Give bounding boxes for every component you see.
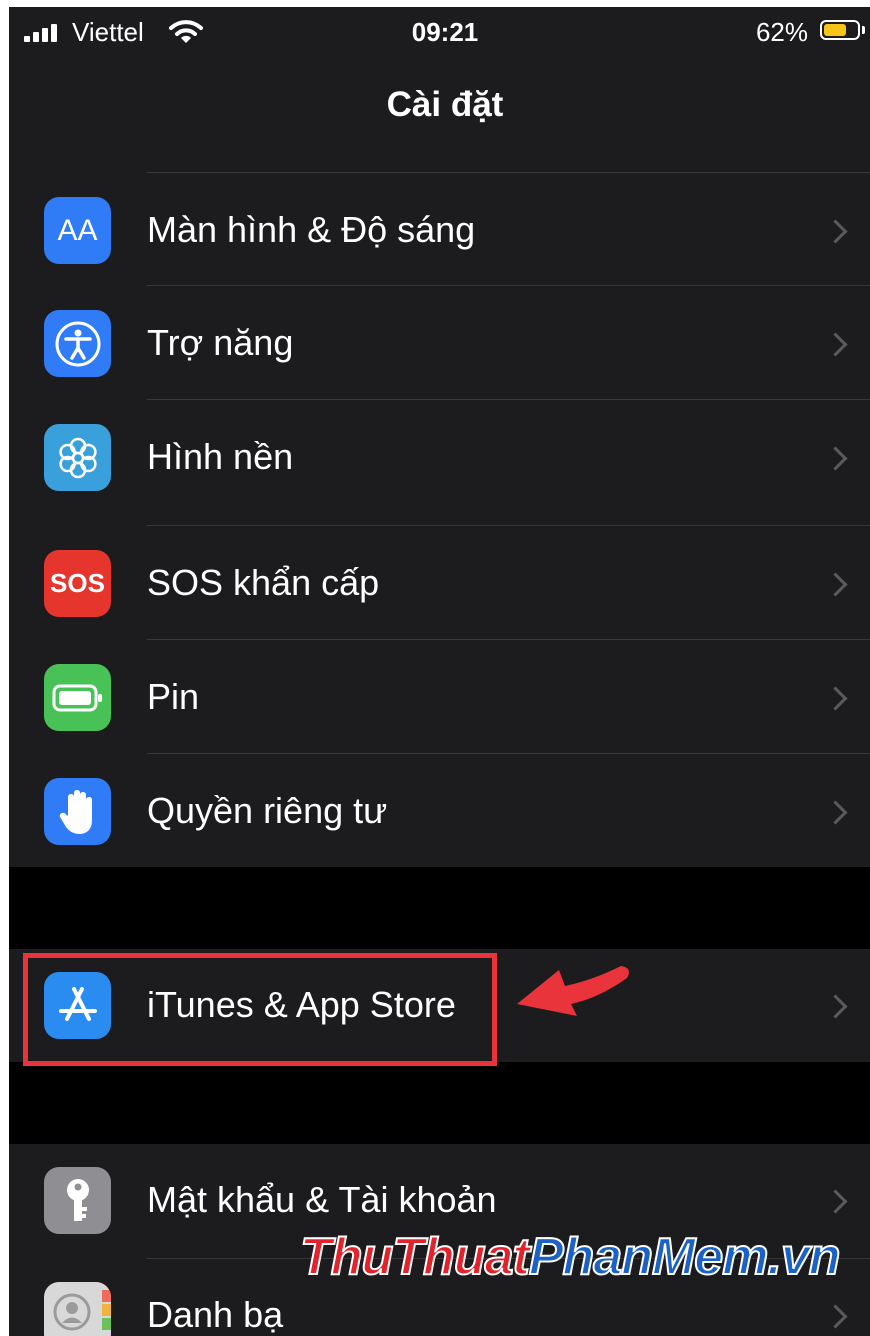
- row-display-brightness[interactable]: AA Màn hình & Độ sáng: [9, 197, 870, 297]
- wallpaper-icon: [44, 424, 111, 491]
- display-brightness-icon: AA: [44, 197, 111, 264]
- chevron-right-icon: [823, 572, 848, 597]
- pointer-arrow-icon: [517, 966, 629, 1016]
- row-label: SOS khẩn cấp: [147, 562, 380, 603]
- chevron-right-icon: [823, 1189, 848, 1214]
- page-title: Cài đặt: [386, 85, 504, 124]
- contacts-icon: [44, 1282, 111, 1336]
- row-label: Trợ năng: [147, 322, 294, 363]
- row-privacy[interactable]: Quyền riêng tư: [9, 778, 870, 878]
- battery-percentage: 62%: [755, 17, 808, 47]
- chevron-right-icon: [823, 686, 848, 711]
- navigation-header: Viettel 09:21 62% Cài đặt: [9, 7, 870, 157]
- row-label: Danh bạ: [147, 1294, 284, 1335]
- settings-group-display: AA Màn hình & Độ sáng Trợ năng Hình nền …: [9, 157, 870, 867]
- chevron-right-icon: [823, 332, 848, 357]
- watermark: ThuThuatPhanMem.vn: [299, 1227, 842, 1287]
- highlight-box: [23, 953, 497, 1066]
- settings-screen: Viettel 09:21 62% Cài đặt AA Màn hình & …: [9, 7, 870, 1336]
- row-label: Hình nền: [147, 436, 294, 477]
- row-label: Mật khẩu & Tài khoản: [147, 1179, 497, 1220]
- row-label: Quyền riêng tư: [147, 790, 388, 831]
- battery-status-icon: [820, 20, 860, 40]
- row-label: Pin: [147, 676, 200, 717]
- battery-icon: [44, 664, 111, 731]
- row-accessibility[interactable]: Trợ năng: [9, 310, 870, 410]
- chevron-right-icon: [823, 1304, 848, 1329]
- status-time: 09:21: [411, 17, 479, 47]
- chevron-right-icon: [823, 994, 848, 1019]
- privacy-hand-icon: [44, 778, 111, 845]
- row-contacts[interactable]: Danh bạ: [9, 1282, 870, 1336]
- chevron-right-icon: [823, 800, 848, 825]
- row-battery[interactable]: Pin: [9, 664, 870, 764]
- row-emergency-sos[interactable]: SOS SOS khẩn cấp: [9, 550, 870, 650]
- accessibility-icon: [44, 310, 111, 377]
- chevron-right-icon: [823, 446, 848, 471]
- row-label: Màn hình & Độ sáng: [147, 209, 476, 250]
- key-icon: [44, 1167, 111, 1234]
- row-wallpaper[interactable]: Hình nền: [9, 424, 870, 524]
- sos-icon: SOS: [44, 550, 111, 617]
- chevron-right-icon: [823, 219, 848, 244]
- status-bar: Viettel 09:21 62%: [9, 7, 870, 57]
